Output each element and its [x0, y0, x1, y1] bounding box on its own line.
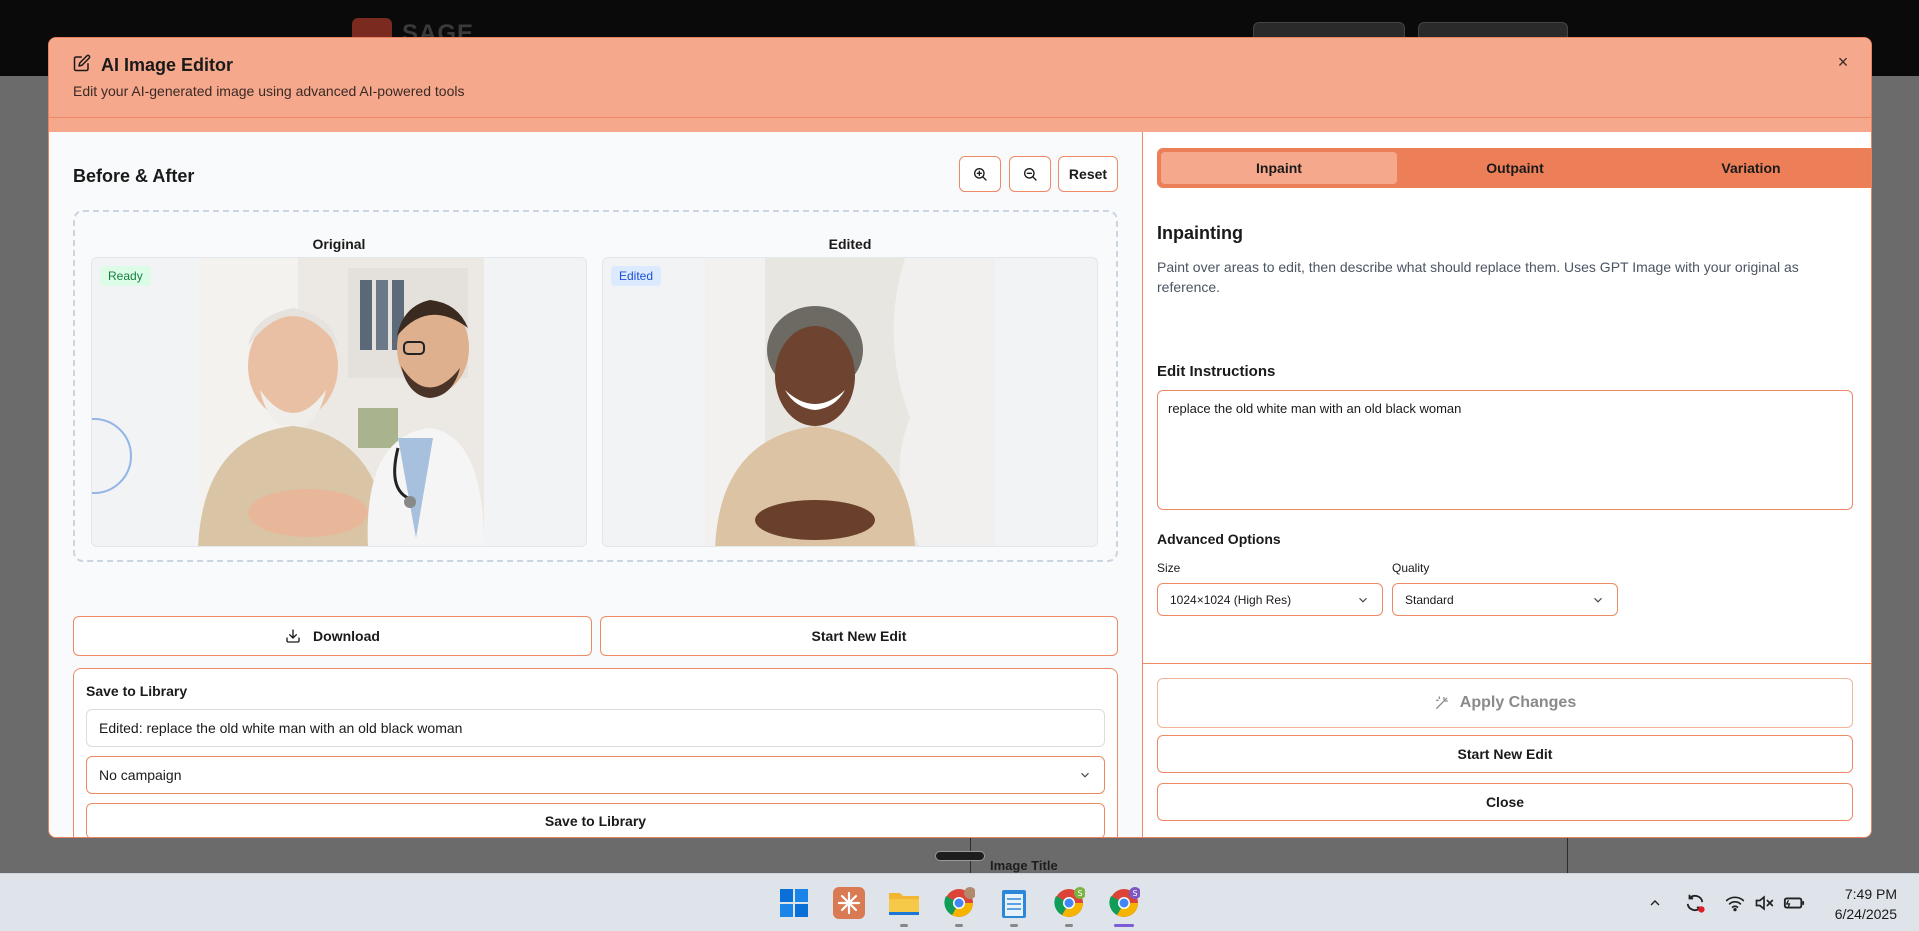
- file-explorer-icon[interactable]: [887, 886, 921, 920]
- campaign-select[interactable]: No campaign: [86, 756, 1105, 794]
- close-icon[interactable]: ×: [1831, 50, 1855, 74]
- sync-icon[interactable]: [1683, 891, 1707, 915]
- edit-mode-tabs: Inpaint Outpaint Variation: [1157, 148, 1871, 188]
- zoom-in-icon: [974, 168, 987, 181]
- library-title-input[interactable]: [86, 709, 1105, 747]
- svg-text:S: S: [1132, 889, 1137, 898]
- notepad-icon[interactable]: [997, 886, 1031, 920]
- edited-image: [705, 258, 995, 546]
- edited-image-frame[interactable]: Edited: [602, 257, 1098, 547]
- chrome-profile-3-icon[interactable]: S: [1107, 886, 1141, 920]
- taskbar-indicator: [900, 924, 908, 927]
- edit-instructions-label: Edit Instructions: [1157, 363, 1276, 380]
- chevron-up-icon[interactable]: [1643, 891, 1667, 915]
- dialog-subtitle: Edit your AI-generated image using advan…: [73, 83, 465, 99]
- download-button[interactable]: Download: [73, 616, 592, 656]
- quality-select[interactable]: Standard: [1392, 583, 1618, 616]
- chrome-profile-1-icon[interactable]: [942, 886, 976, 920]
- ai-image-editor-dialog: AI Image Editor Edit your AI-generated i…: [48, 37, 1872, 838]
- zoom-out-button[interactable]: [1009, 156, 1051, 192]
- ready-status-badge: Ready: [100, 266, 151, 286]
- download-icon: [286, 629, 300, 643]
- claude-app-icon[interactable]: [832, 886, 866, 920]
- size-select-value: 1024×1024 (High Res): [1170, 592, 1292, 607]
- original-label: Original: [312, 236, 366, 252]
- battery-icon[interactable]: [1782, 891, 1806, 915]
- original-image-frame[interactable]: Ready: [91, 257, 587, 547]
- chrome-profile-2-icon[interactable]: S: [1052, 886, 1086, 920]
- save-to-library-title: Save to Library: [86, 683, 188, 699]
- windows-taskbar: S S 7:49 PM 6/24/2025: [0, 873, 1919, 931]
- comparison-area: Original Ready Edited Edited: [73, 210, 1118, 562]
- quality-select-value: Standard: [1405, 592, 1454, 607]
- inpainting-title: Inpainting: [1157, 223, 1243, 243]
- edited-label: Edited: [828, 236, 872, 252]
- taskbar-indicator: [1065, 924, 1073, 927]
- footer-divider: [1143, 663, 1871, 664]
- start-new-edit-button[interactable]: Start New Edit: [600, 616, 1118, 656]
- wifi-icon[interactable]: [1723, 891, 1747, 915]
- brush-cursor-circle: [92, 418, 132, 494]
- dialog-title-row: AI Image Editor: [73, 54, 233, 77]
- before-after-pane: Before & After Reset Original Ready Edit…: [49, 132, 1143, 837]
- edited-status-badge: Edited: [611, 266, 662, 286]
- quality-label: Quality: [1392, 561, 1430, 575]
- taskbar-active-indicator: [1114, 924, 1134, 927]
- clock-time: 7:49 PM: [1844, 886, 1897, 902]
- taskbar-indicator: [955, 924, 963, 927]
- header-strip: [49, 118, 1871, 132]
- chevron-down-icon: [1594, 597, 1602, 603]
- magic-wand-icon: [1435, 696, 1448, 709]
- taskbar-indicator: [1010, 924, 1018, 927]
- reset-button[interactable]: Reset: [1058, 156, 1118, 192]
- background-panel-title: Image Title: [990, 858, 1058, 873]
- windows-start-icon[interactable]: [777, 886, 811, 920]
- start-new-edit-button-secondary[interactable]: Start New Edit: [1157, 735, 1853, 773]
- size-label: Size: [1157, 561, 1181, 575]
- edit-instructions-textarea[interactable]: [1157, 390, 1853, 510]
- volume-muted-icon[interactable]: [1752, 891, 1776, 915]
- edit-tools-pane: Inpaint Outpaint Variation Inpainting Pa…: [1143, 132, 1871, 837]
- edit-icon: [73, 54, 91, 77]
- tab-inpaint[interactable]: Inpaint: [1161, 152, 1397, 184]
- zoom-out-icon: [1023, 168, 1037, 181]
- original-image: [198, 258, 484, 546]
- system-clock[interactable]: 7:49 PM 6/24/2025: [1835, 884, 1897, 924]
- zoom-in-button[interactable]: [959, 156, 1001, 192]
- save-to-library-button[interactable]: Save to Library: [86, 803, 1105, 837]
- tab-outpaint[interactable]: Outpaint: [1397, 152, 1633, 184]
- size-select[interactable]: 1024×1024 (High Res): [1157, 583, 1383, 616]
- tab-variation[interactable]: Variation: [1633, 152, 1869, 184]
- apply-changes-button[interactable]: Apply Changes: [1157, 678, 1853, 728]
- dialog-header: AI Image Editor Edit your AI-generated i…: [49, 38, 1871, 118]
- close-button[interactable]: Close: [1157, 783, 1853, 821]
- before-after-title: Before & After: [73, 166, 195, 186]
- campaign-select-value: No campaign: [99, 767, 182, 783]
- background-drag-handle: [935, 851, 985, 861]
- advanced-options-label: Advanced Options: [1157, 531, 1281, 547]
- clock-date: 6/24/2025: [1834, 906, 1897, 922]
- save-to-library-panel: Save to Library No campaign Save to Libr…: [73, 668, 1118, 837]
- download-label: Download: [313, 628, 380, 644]
- apply-changes-label: Apply Changes: [1459, 694, 1577, 711]
- chevron-down-icon: [1359, 597, 1367, 603]
- svg-text:S: S: [1077, 889, 1082, 898]
- inpainting-description: Paint over areas to edit, then describe …: [1157, 259, 1799, 295]
- dialog-title: AI Image Editor: [101, 55, 234, 75]
- chevron-down-icon: [1081, 772, 1089, 778]
